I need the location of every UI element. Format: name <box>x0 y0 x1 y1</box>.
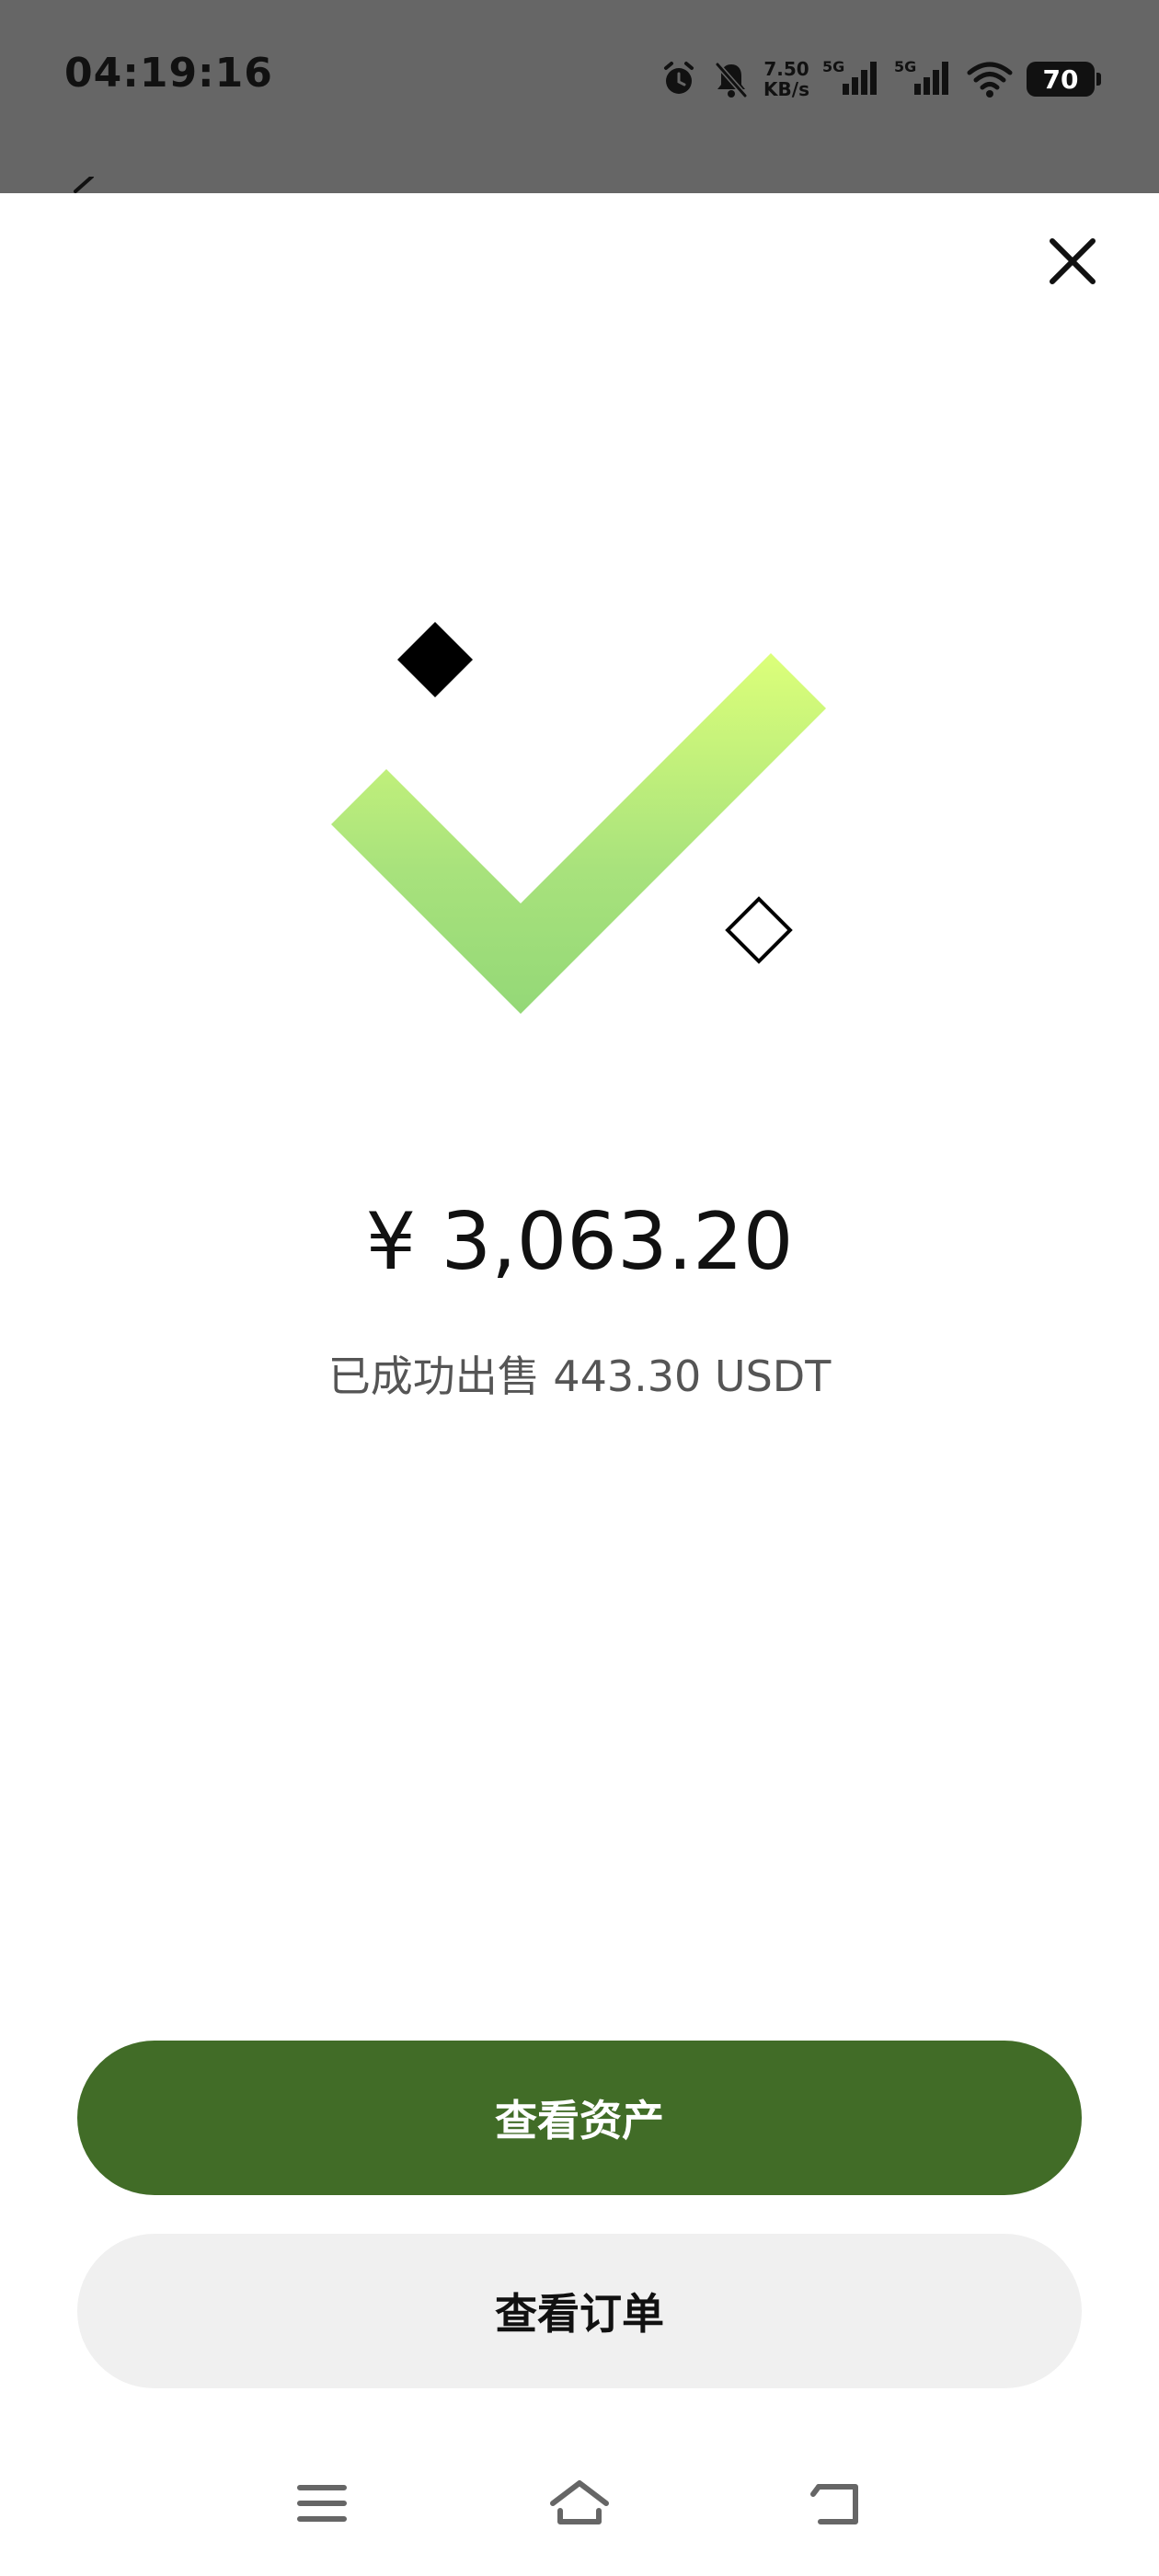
wifi-icon <box>966 60 1014 98</box>
home-icon <box>550 2480 609 2524</box>
back-button[interactable] <box>796 2462 878 2545</box>
back-chevron-icon <box>74 177 94 193</box>
filled-diamond-shape <box>396 621 474 698</box>
bell-muted-icon <box>712 59 751 99</box>
status-icons: 7.50 KB/s 5G 5G 70 <box>659 52 1101 107</box>
sale-amount: ¥ 3,063.20 <box>365 1196 794 1288</box>
back-icon <box>810 2484 858 2524</box>
network-speed: 7.50 KB/s <box>763 58 809 100</box>
close-icon <box>1050 238 1096 284</box>
view-assets-button[interactable]: 查看资产 <box>77 2041 1082 2195</box>
sale-message: 已成功出售 443.30 USDT <box>327 1351 832 1401</box>
alarm-icon <box>659 59 699 99</box>
outline-diamond-shape <box>725 896 793 964</box>
battery-icon: 70 <box>1027 62 1101 97</box>
status-time: 04:19:16 <box>64 50 273 97</box>
signal-sim1-icon: 5G <box>822 56 881 102</box>
system-nav-bar <box>0 2438 1159 2576</box>
menu-icon <box>297 2485 347 2522</box>
close-button[interactable] <box>1043 232 1102 291</box>
success-checkmark-icon <box>331 621 826 1014</box>
menu-button[interactable] <box>281 2462 363 2545</box>
result-sheet: ¥ 3,063.20 已成功出售 443.30 USDT 查看资产 查看订单 <box>0 193 1159 2576</box>
check-shape <box>331 653 826 1014</box>
signal-sim2-icon: 5G <box>894 56 953 102</box>
status-bar: 04:19:16 7.50 KB/s 5G 5G 70 <box>0 0 1159 193</box>
view-orders-button[interactable]: 查看订单 <box>77 2234 1082 2388</box>
home-button[interactable] <box>538 2462 621 2545</box>
